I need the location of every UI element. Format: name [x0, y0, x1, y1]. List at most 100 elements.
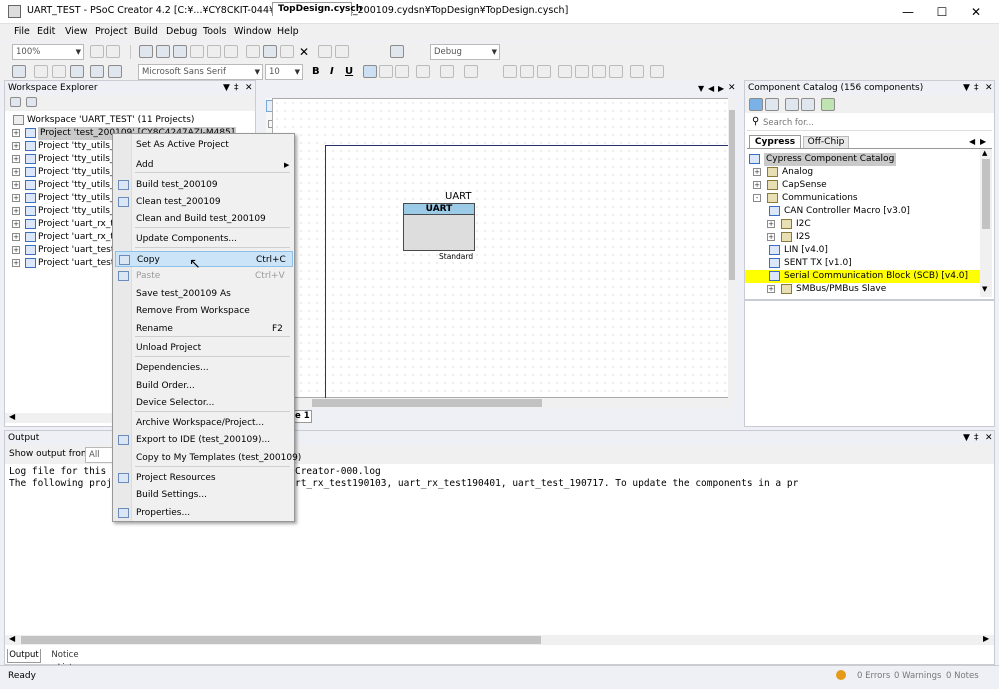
font-combo[interactable]: Microsoft Sans Serif ▼	[138, 64, 263, 80]
menu-item-export-to-ide-test-200109[interactable]: Export to IDE (test_200109)...	[115, 432, 293, 448]
error-count[interactable]: 0 Errors	[857, 671, 890, 681]
collapse-icon[interactable]: -	[753, 194, 761, 202]
expand-icon[interactable]: +	[12, 194, 20, 202]
panel-close-icon[interactable]: ✕	[245, 81, 253, 95]
catalog-splitter[interactable]	[745, 299, 994, 301]
redo-icon[interactable]	[335, 45, 349, 58]
catalog-item-sent-tx[interactable]: SENT TX [v1.0]	[745, 257, 981, 270]
expand-icon[interactable]: +	[767, 233, 775, 241]
catalog-item-scb[interactable]: Serial Communication Block (SCB) [v4.0]	[745, 270, 981, 283]
scroll-thumb[interactable]	[982, 159, 990, 229]
expand-icon[interactable]: +	[12, 168, 20, 176]
expand-icon[interactable]: +	[12, 181, 20, 189]
catalog-folder-capsense[interactable]: + CapSense	[745, 179, 981, 192]
menu-item-unload-project[interactable]: Unload Project	[115, 340, 293, 356]
close-document-icon[interactable]: ✕	[728, 83, 736, 93]
align-objects-icon[interactable]	[503, 65, 517, 78]
undo-icon[interactable]	[318, 45, 332, 58]
menu-item-set-as-active-project[interactable]: Set As Active Project	[115, 137, 293, 153]
catalog-item-can[interactable]: CAN Controller Macro [v3.0]	[745, 205, 981, 218]
italic-button[interactable]: I	[330, 66, 334, 77]
menu-item-paste[interactable]: Paste Ctrl+V	[115, 268, 293, 284]
show-output-combo[interactable]: All	[85, 447, 115, 463]
expand-icon[interactable]: +	[12, 142, 20, 150]
menu-item-archive-workspace-project[interactable]: Archive Workspace/Project...	[115, 415, 293, 431]
underline-button[interactable]: U	[345, 66, 353, 77]
expand-icon[interactable]: +	[12, 233, 20, 241]
rotate-right-icon[interactable]	[575, 65, 589, 78]
panel-close-icon[interactable]: ✕	[985, 81, 993, 95]
scroll-thumb[interactable]	[729, 110, 735, 280]
scroll-down-icon[interactable]: ▼	[982, 285, 987, 293]
bold-button[interactable]: B	[312, 66, 320, 77]
menu-debug[interactable]: Debug	[166, 26, 197, 37]
menu-item-add[interactable]: Add ▶	[115, 157, 293, 173]
program-icon[interactable]	[70, 65, 84, 78]
rotate-left-icon[interactable]	[558, 65, 572, 78]
tab-off-chip[interactable]: Off-Chip	[803, 136, 849, 148]
page-tab[interactable]: e 1	[292, 410, 312, 423]
pin-icon[interactable]: ‡	[974, 81, 979, 95]
cut-icon[interactable]	[246, 45, 260, 58]
menu-help[interactable]: Help	[277, 26, 299, 37]
panel-menu-icon[interactable]: ▼	[223, 81, 230, 95]
save-icon[interactable]	[173, 45, 187, 58]
expand-icon[interactable]: +	[767, 285, 775, 293]
menu-item-properties[interactable]: Properties...	[115, 505, 293, 521]
tab-cypress[interactable]: Cypress	[749, 135, 801, 148]
design-horizontal-scrollbar[interactable]	[272, 398, 732, 408]
expand-icon[interactable]: +	[753, 181, 761, 189]
catalog-view-icon[interactable]	[765, 98, 779, 111]
print-icon[interactable]	[207, 45, 221, 58]
menu-item-rename[interactable]: Rename F2	[115, 321, 293, 337]
catalog-folder-i2c[interactable]: + I2C	[745, 218, 981, 231]
find-icon[interactable]	[390, 45, 404, 58]
close-icon[interactable]: ✕	[959, 0, 993, 24]
catalog-search-input[interactable]	[763, 116, 923, 129]
catalog-vertical-scrollbar[interactable]: ▲ ▼	[980, 149, 992, 297]
line-color-icon[interactable]	[440, 65, 454, 78]
expand-icon[interactable]: +	[12, 220, 20, 228]
pin-icon[interactable]: ‡	[974, 431, 979, 445]
keyboard-icon[interactable]	[12, 65, 26, 78]
new-file-icon[interactable]	[139, 45, 153, 58]
scroll-right-icon[interactable]: ▶	[983, 634, 989, 643]
tab-notice-list[interactable]: Notice List	[43, 649, 87, 673]
panel-close-icon[interactable]: ✕	[985, 431, 993, 445]
maximize-icon[interactable]: ☐	[925, 0, 959, 24]
catalog-root[interactable]: Cypress Component Catalog	[745, 153, 981, 166]
snap-grid-icon[interactable]	[650, 65, 664, 78]
menu-item-device-selector[interactable]: Device Selector...	[115, 395, 293, 411]
expand-icon[interactable]: +	[12, 259, 20, 267]
build-config-combo[interactable]: Debug ▼	[430, 44, 500, 60]
menu-item-remove-from-workspace[interactable]: Remove From Workspace	[115, 303, 293, 319]
build-icon[interactable]	[34, 65, 48, 78]
schematic-canvas[interactable]: UART UART Standard	[272, 98, 733, 399]
menu-item-save-test-200109-as[interactable]: Save test_200109 As	[115, 286, 293, 302]
fill-color-icon[interactable]	[464, 65, 478, 78]
flip-horizontal-icon[interactable]	[592, 65, 606, 78]
expand-icon[interactable]: +	[12, 246, 20, 254]
catalog-folder-i2s[interactable]: + I2S	[745, 231, 981, 244]
menu-item-clean-and-build-test-200109[interactable]: Clean and Build test_200109	[115, 211, 293, 227]
menu-item-clean-test-200109[interactable]: Clean test_200109	[115, 194, 293, 210]
menu-tools[interactable]: Tools	[203, 26, 226, 37]
align-center-icon[interactable]	[379, 65, 393, 78]
expand-icon[interactable]: +	[767, 220, 775, 228]
catalog-folder-analog[interactable]: + Analog	[745, 166, 981, 179]
menu-project[interactable]: Project	[95, 26, 128, 37]
bug-icon[interactable]	[108, 65, 122, 78]
favorites-icon[interactable]	[749, 98, 763, 111]
tab-prev-icon[interactable]: ◀	[969, 137, 975, 146]
panel-menu-icon[interactable]: ▼	[963, 431, 970, 445]
tab-output[interactable]: Output	[7, 649, 41, 663]
scroll-left-icon[interactable]: ◀	[9, 412, 15, 421]
zoom-out-icon[interactable]	[106, 45, 120, 58]
align-left-icon[interactable]	[363, 65, 377, 78]
catalog-folder-communications[interactable]: - Communications	[745, 192, 981, 205]
collapse-all-icon[interactable]	[801, 98, 815, 111]
zoom-in-icon[interactable]	[90, 45, 104, 58]
flip-vertical-icon[interactable]	[609, 65, 623, 78]
tab-next-icon[interactable]: ▶	[718, 84, 724, 93]
refresh-icon[interactable]	[26, 97, 37, 107]
